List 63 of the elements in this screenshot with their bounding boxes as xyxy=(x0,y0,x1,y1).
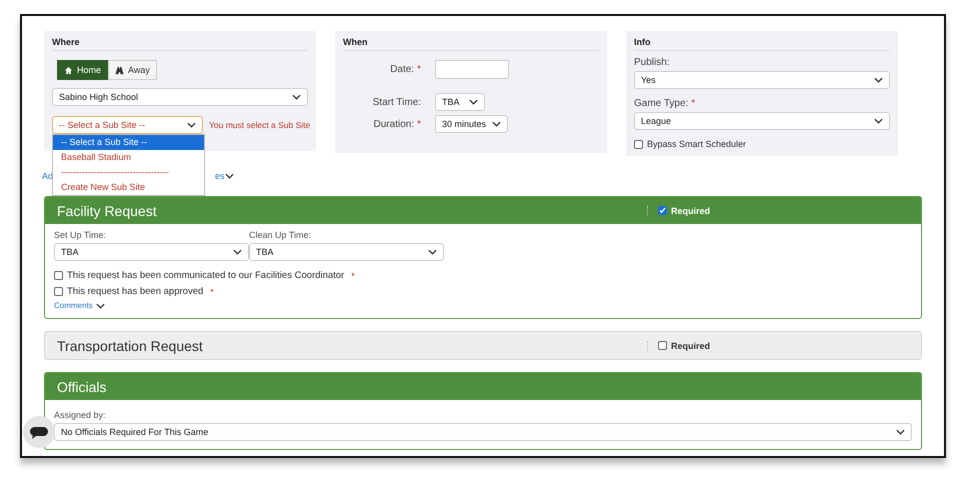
road-icon xyxy=(115,66,124,74)
field-label: Start Time: xyxy=(372,96,421,108)
select-field[interactable]: TBA xyxy=(54,243,249,261)
chevron-icon xyxy=(874,118,883,124)
select-field[interactable]: 30 minutes xyxy=(435,115,508,133)
required-mark: * xyxy=(417,118,421,130)
checkbox[interactable] xyxy=(634,140,643,148)
chevron-icon xyxy=(233,249,242,255)
chevron-icon xyxy=(292,94,301,100)
error-message: You must select a Sub Site xyxy=(209,120,310,130)
chevron-icon xyxy=(187,122,196,128)
toggle-button[interactable]: Home xyxy=(57,60,108,80)
dropdown-option[interactable]: Create New Sub Site xyxy=(53,180,204,195)
chevron-icon xyxy=(492,121,502,127)
chevron-icon xyxy=(428,249,437,255)
chat-button[interactable] xyxy=(23,416,55,448)
select-field[interactable]: TBA xyxy=(435,93,485,111)
section-heading: Transportation Request xyxy=(57,338,204,354)
required-mark: * xyxy=(351,270,355,280)
checkbox[interactable] xyxy=(54,271,63,280)
checkbox-label: This request has been approved xyxy=(67,286,204,297)
chat-icon xyxy=(29,424,49,440)
section-title: When xyxy=(343,37,599,51)
checkbox-label: Required xyxy=(671,340,710,350)
required-mark: * xyxy=(210,286,214,296)
select-field[interactable]: -- Select a Sub Site -- xyxy=(52,116,203,134)
select-field[interactable]: League xyxy=(634,112,890,130)
chevron-icon xyxy=(96,302,105,308)
section-heading: Facility Request xyxy=(57,202,158,218)
comments-link[interactable]: Comments xyxy=(54,301,93,310)
checkbox-label: This request has been communicated to our Facilities Coordinator xyxy=(67,270,344,281)
checkbox[interactable] xyxy=(54,287,63,296)
field-label: Publish: xyxy=(634,57,671,68)
field-label: Set Up Time: xyxy=(54,230,108,240)
checkbox[interactable] xyxy=(658,341,667,350)
field-label: Clean Up Time: xyxy=(249,230,312,240)
chevron-icon xyxy=(469,99,478,105)
home-icon xyxy=(64,66,73,74)
required-mark: * xyxy=(691,98,696,109)
date-field[interactable] xyxy=(435,60,509,79)
checkbox-label: Required xyxy=(671,206,710,216)
required-mark: * xyxy=(417,64,421,75)
select-field[interactable]: TBA xyxy=(249,243,444,261)
select-field[interactable]: No Officials Required For This Game xyxy=(54,423,912,441)
checkbox-label: Bypass Smart Scheduler xyxy=(647,139,746,149)
field-label: Date: xyxy=(390,64,414,75)
select-field[interactable]: Sabino High School xyxy=(52,88,308,106)
field-label: Duration: xyxy=(374,118,414,130)
toggle-button[interactable]: Away xyxy=(108,60,157,80)
dropdown-option[interactable]: ------------------------------------ xyxy=(53,165,204,180)
dropdown-option[interactable]: -- Select a Sub Site -- xyxy=(53,135,204,150)
chevron-icon xyxy=(874,77,883,83)
section-heading: Officials xyxy=(57,378,108,394)
chevron-icon xyxy=(224,173,234,179)
chevron-icon xyxy=(896,429,905,435)
checkbox[interactable] xyxy=(658,206,667,215)
link[interactable]: es xyxy=(215,171,225,181)
dropdown-option[interactable]: Baseball Stadium xyxy=(53,150,204,165)
field-label: Assigned by: xyxy=(54,410,107,420)
section-title: Where xyxy=(52,37,308,51)
field-label: Game Type: xyxy=(634,98,688,109)
select-field[interactable]: Yes xyxy=(634,71,890,89)
section-title: Info xyxy=(634,37,890,51)
